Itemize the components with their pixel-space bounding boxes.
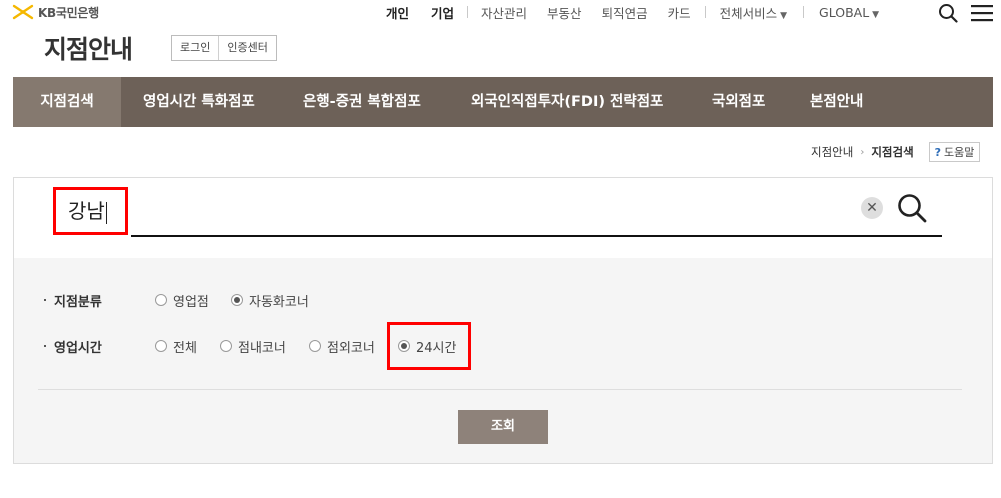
bullet [44, 345, 46, 347]
highlight-box-24h [387, 322, 471, 370]
filter-label-text: 영업시간 [54, 340, 102, 356]
radio-circle [155, 294, 167, 306]
radio-circle [309, 340, 321, 352]
nav-global[interactable]: GLOBAL ▼ [819, 5, 879, 20]
tab-bank-securities[interactable]: 은행-증권 복합점포 [303, 77, 421, 127]
chevron-right-icon: › [860, 146, 865, 158]
radio-label: 전체 [173, 340, 197, 356]
top-nav: 개인 기업 자산관리 부동산 퇴직연금 카드 전체서비스 ▼ GLOBAL ▼ [386, 0, 879, 24]
help-button[interactable]: ? 도움말 [928, 142, 981, 162]
breadcrumb: 지점안내 › 지점검색 ? 도움말 [811, 142, 981, 162]
filter-label-branch-type: 지점분류 [44, 291, 102, 310]
search-icon[interactable] [896, 192, 928, 224]
nav-all-services[interactable]: 전체서비스 ▼ [720, 3, 787, 22]
radio-branch[interactable]: 영업점 [155, 291, 209, 310]
tab-headquarters[interactable]: 본점안내 [810, 77, 863, 127]
nav-business[interactable]: 기업 [431, 3, 454, 22]
radio-all[interactable]: 전체 [155, 337, 197, 356]
nav-pension[interactable]: 퇴직연금 [602, 3, 648, 22]
filter-label-hours: 영업시간 [44, 337, 102, 356]
radio-indoor-corner[interactable]: 점내코너 [220, 337, 286, 356]
radio-label: 영업점 [173, 294, 209, 310]
radio-circle-selected [231, 294, 243, 306]
radio-label: 자동화코너 [249, 294, 309, 310]
cert-center-button[interactable]: 인증센터 [218, 36, 275, 60]
bullet [44, 299, 46, 301]
logo-text: KB국민은행 [38, 5, 99, 20]
top-search-icon[interactable] [938, 3, 958, 23]
breadcrumb-current: 지점검색 [871, 145, 914, 159]
help-label: 도움말 [944, 146, 975, 159]
filter-divider [38, 389, 962, 390]
tab-overseas[interactable]: 국외점포 [712, 77, 765, 127]
radio-circle [220, 340, 232, 352]
caret-down-icon: ▼ [780, 10, 788, 21]
radio-label: 점내코너 [238, 340, 286, 356]
radio-label: 점외코너 [327, 340, 375, 356]
nav-all-services-label: 전체서비스 [719, 5, 778, 21]
caret-down-icon: ▼ [872, 9, 880, 20]
hamburger-menu-icon[interactable] [971, 4, 993, 22]
clear-icon[interactable]: ✕ [861, 197, 883, 219]
radio-atm-corner[interactable]: 자동화코너 [231, 291, 309, 310]
highlight-box-search [53, 187, 128, 235]
nav-personal[interactable]: 개인 [386, 3, 409, 22]
nav-global-label: GLOBAL [819, 4, 870, 20]
radio-outdoor-corner[interactable]: 점외코너 [309, 337, 375, 356]
submit-button[interactable]: 조회 [458, 410, 548, 444]
tab-branch-search[interactable]: 지점검색 [13, 77, 121, 127]
tab-fdi-strategic[interactable]: 외국인직접투자(FDI) 전략점포 [471, 77, 663, 127]
login-button[interactable]: 로그인 [172, 36, 218, 60]
filter-label-text: 지점분류 [54, 294, 102, 310]
nav-realestate[interactable]: 부동산 [547, 3, 582, 22]
nav-divider [803, 6, 805, 18]
nav-divider [467, 6, 469, 18]
nav-asset[interactable]: 자산관리 [481, 3, 527, 22]
page-title: 지점안내 [44, 35, 133, 64]
tab-bar: 지점검색 영업시간 특화점포 은행-증권 복합점포 외국인직접투자(FDI) 전… [13, 77, 993, 127]
help-question-icon: ? [934, 145, 942, 159]
tab-special-hours[interactable]: 영업시간 특화점포 [143, 77, 255, 127]
breadcrumb-parent[interactable]: 지점안내 [811, 144, 853, 160]
nav-card[interactable]: 카드 [668, 3, 691, 22]
radio-circle [155, 340, 167, 352]
kb-logo[interactable]: KB국민은행 [12, 2, 99, 22]
nav-divider [704, 6, 706, 18]
kb-star-icon [12, 4, 34, 20]
auth-buttons: 로그인 인증센터 [171, 35, 277, 61]
search-underline [131, 235, 942, 237]
